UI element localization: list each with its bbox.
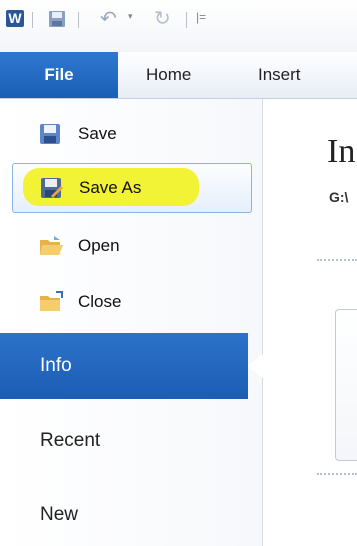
tab-home[interactable]: Home [146, 52, 191, 98]
backstage-nav: Save Save As Open Close Info Recent New [0, 99, 264, 546]
nav-item-recent[interactable]: Recent [0, 411, 262, 471]
nav-item-label: Info [40, 355, 72, 376]
info-panel-button[interactable] [335, 309, 357, 461]
save-as-label: Save As [79, 178, 142, 197]
nav-item-new[interactable]: New [0, 485, 262, 545]
divider [317, 473, 357, 475]
word-logo-icon[interactable]: W [6, 10, 24, 27]
toolbar-separator [32, 12, 33, 28]
save-as-button[interactable]: Save As [12, 163, 252, 213]
nav-item-label: Recent [40, 430, 101, 451]
nav-item-info[interactable]: Info [0, 333, 264, 399]
info-pane: In G:\ [263, 99, 357, 546]
save-label: Save [78, 124, 117, 143]
chevron-down-icon[interactable]: ▾ [128, 11, 133, 22]
quick-access-toolbar: W ↶ ▾ ↻ |= [0, 0, 357, 52]
close-label: Close [78, 292, 122, 311]
toolbar-separator [78, 12, 79, 28]
redo-icon[interactable]: ↻ [154, 6, 171, 31]
divider [317, 259, 357, 261]
open-button[interactable]: Open [0, 225, 262, 267]
close-button[interactable]: Close [0, 281, 262, 323]
tab-insert[interactable]: Insert [258, 52, 301, 98]
open-label: Open [78, 236, 120, 255]
save-as-icon [41, 178, 63, 198]
save-icon [40, 124, 60, 144]
save-button[interactable]: Save [0, 113, 262, 155]
page-title: In [327, 133, 356, 170]
customize-qat-icon[interactable]: |= [196, 10, 206, 24]
close-folder-icon [40, 291, 63, 311]
nav-item-label: New [40, 504, 79, 525]
open-folder-icon [40, 236, 63, 255]
toolbar-separator [186, 12, 187, 28]
document-path: G:\ [329, 189, 349, 205]
undo-icon[interactable]: ↶ [100, 6, 117, 31]
tab-file[interactable]: File [0, 52, 118, 98]
ribbon-tabs: File Home Insert [0, 52, 357, 99]
save-icon[interactable] [48, 10, 66, 28]
